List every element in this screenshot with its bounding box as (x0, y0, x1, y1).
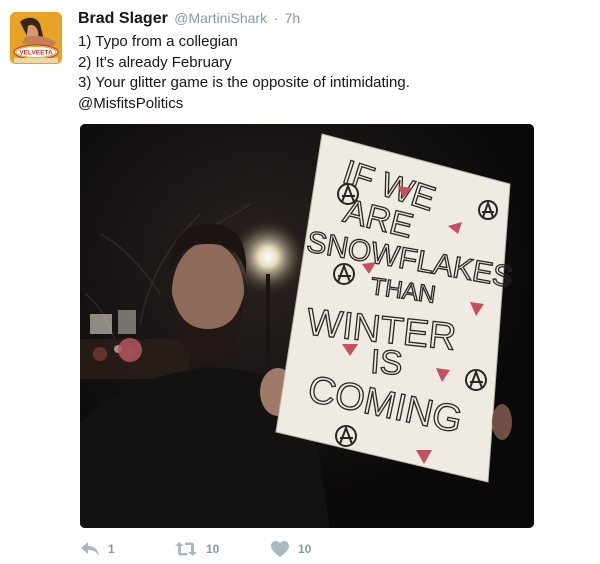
reply-button[interactable]: 1 (80, 540, 115, 558)
tweet-photo[interactable]: IF WE ARE SNOWFLAKES THAN WINTER IS COMI… (80, 124, 534, 528)
reply-count: 1 (108, 542, 115, 556)
protest-photo: IF WE ARE SNOWFLAKES THAN WINTER IS COMI… (80, 124, 534, 528)
timestamp[interactable]: 7h (285, 10, 301, 26)
reply-icon (81, 542, 99, 556)
display-name[interactable]: Brad Slager (78, 10, 168, 27)
tweet-text: 1) Typo from a collegian 2) It's already… (78, 32, 578, 114)
heart-icon (271, 541, 289, 557)
like-button[interactable]: 10 (270, 540, 311, 558)
retweet-count: 10 (206, 542, 220, 556)
retweet-icon (175, 542, 197, 556)
crowd-pink-hat (118, 338, 142, 362)
avatar-logo-text: VELVEETA (19, 50, 53, 57)
author-avatar[interactable]: VELVEETA (10, 12, 62, 64)
like-count: 10 (298, 542, 312, 556)
velveeta-avatar-icon: VELVEETA (10, 12, 62, 64)
tweet-header: Brad Slager @MartiniShark · 7h (78, 10, 300, 28)
separator-dot: · (273, 10, 279, 26)
user-handle[interactable]: @MartiniShark (174, 10, 267, 26)
tweet-text-line: 1) Typo from a collegian (78, 33, 238, 50)
tweet-text-line: 2) It's already February (78, 53, 232, 71)
sign-text-line: IS (369, 343, 404, 383)
tweet: VELVEETA Brad Slager @MartiniShark · 7h … (0, 0, 600, 564)
retweet-button[interactable]: 10 (174, 540, 219, 558)
mention-link[interactable]: @MisfitsPolitics (78, 94, 578, 115)
right-hand (492, 404, 512, 440)
tweet-text-line: 3) Your glitter game is the opposite of … (78, 74, 410, 91)
